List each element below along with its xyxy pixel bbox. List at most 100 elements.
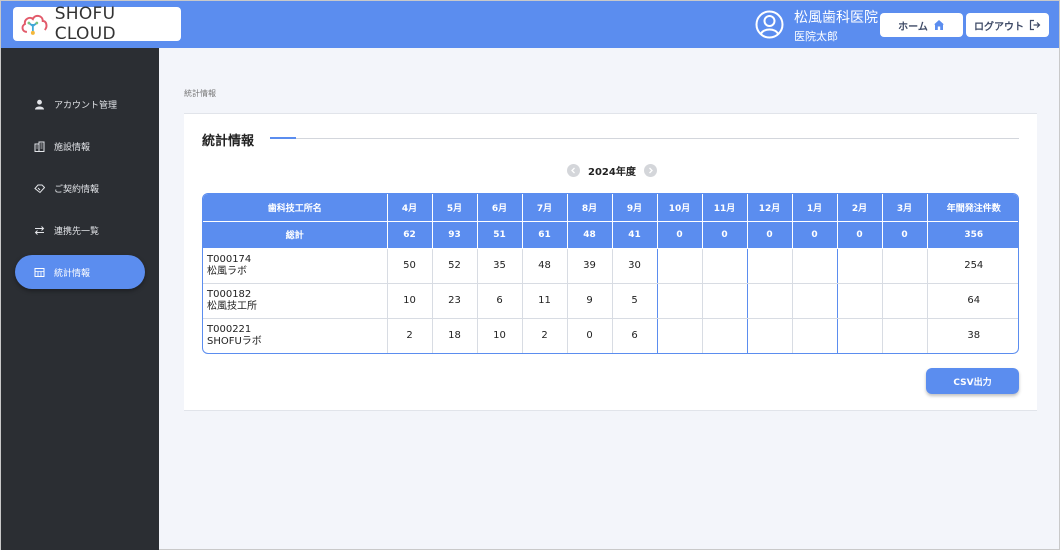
month-cell: 30 [612, 248, 658, 284]
col-header-month: 8月 [567, 194, 613, 222]
month-cell: 23 [432, 283, 478, 319]
month-cell [702, 283, 748, 319]
month-cell [747, 248, 793, 284]
clinic-name: 松風歯科医院 [794, 10, 878, 26]
sidebar-item-facility[interactable]: 施設情報 [15, 129, 145, 163]
month-cell [702, 317, 748, 353]
logout-button[interactable]: ログアウト [966, 13, 1049, 37]
prev-year-button[interactable] [567, 164, 580, 177]
user-icon [35, 99, 44, 109]
month-cell: 9 [567, 283, 613, 319]
annual-cell: 38 [927, 317, 1018, 353]
total-value: 0 [702, 221, 748, 249]
month-cell: 6 [612, 317, 658, 353]
lab-name: 松風ラボ [207, 265, 247, 277]
total-value: 0 [792, 221, 838, 249]
month-cell [882, 317, 928, 353]
lab-name: 松風技工所 [207, 300, 257, 312]
total-value: 41 [612, 221, 658, 249]
home-label: ホーム [898, 21, 928, 33]
month-cell [657, 317, 703, 353]
sidebar-item-contract[interactable]: ご契約情報 [15, 171, 145, 205]
month-cell: 50 [387, 248, 433, 284]
logo-text: SHOFU CLOUD [54, 4, 116, 44]
sidebar-item-label: 施設情報 [54, 142, 91, 153]
lab-name: SHOFUラボ [207, 335, 262, 347]
title-divider [270, 138, 1019, 139]
table-total-row: 総計 62 93 51 61 48 41 0 0 0 0 0 0 356 [203, 221, 1018, 249]
month-cell: 10 [477, 317, 523, 353]
total-value: 51 [477, 221, 523, 249]
month-cell: 5 [612, 283, 658, 319]
col-header-annual: 年間発注件数 [927, 194, 1018, 222]
total-value: 61 [522, 221, 568, 249]
sidebar-item-account[interactable]: アカウント管理 [15, 87, 145, 121]
sidebar-item-label: ご契約情報 [54, 184, 100, 195]
month-cell [792, 248, 838, 284]
table-row: T000182 松風技工所 10 23 6 11 9 5 64 [203, 283, 1018, 319]
month-cell: 11 [522, 283, 568, 319]
annual-cell: 254 [927, 248, 1018, 284]
swap-icon [34, 225, 45, 235]
month-cell [792, 283, 838, 319]
total-value: 0 [882, 221, 928, 249]
home-icon [933, 20, 944, 30]
page-title: 統計情報 [202, 134, 255, 149]
month-cell: 0 [567, 317, 613, 353]
month-cell: 48 [522, 248, 568, 284]
col-header-lab: 歯科技工所名 [203, 194, 388, 222]
col-header-month: 10月 [657, 194, 703, 222]
month-cell [657, 283, 703, 319]
month-cell: 10 [387, 283, 433, 319]
total-value: 0 [657, 221, 703, 249]
title-divider-accent [270, 137, 296, 139]
col-header-month: 3月 [882, 194, 928, 222]
lab-cell: T000221 SHOFUラボ [203, 317, 388, 353]
chevron-left-icon [571, 167, 575, 174]
total-value: 0 [837, 221, 883, 249]
csv-export-button[interactable]: CSV出力 [926, 368, 1019, 394]
annual-cell: 64 [927, 283, 1018, 319]
month-cell: 18 [432, 317, 478, 353]
month-cell: 35 [477, 248, 523, 284]
col-header-month: 9月 [612, 194, 658, 222]
month-cell [747, 317, 793, 353]
month-cell: 39 [567, 248, 613, 284]
home-button[interactable]: ホーム [880, 13, 963, 37]
month-cell [837, 317, 883, 353]
month-cell [882, 248, 928, 284]
col-header-month: 12月 [747, 194, 793, 222]
month-cell [792, 317, 838, 353]
lab-cell: T000182 松風技工所 [203, 283, 388, 319]
top-header: SHOFU CLOUD 松風歯科医院 医院太郎 ホーム ログアウト [1, 1, 1059, 48]
month-cell: 6 [477, 283, 523, 319]
month-cell [702, 248, 748, 284]
month-cell: 52 [432, 248, 478, 284]
year-label: 2024年度 [588, 167, 636, 178]
month-cell [747, 283, 793, 319]
logo[interactable]: SHOFU CLOUD [13, 4, 181, 44]
lab-code: T000182 [207, 288, 252, 300]
sidebar-item-stats[interactable]: 統計情報 [15, 255, 145, 289]
next-year-button[interactable] [643, 164, 657, 177]
col-header-month: 11月 [702, 194, 748, 222]
logout-icon [1029, 19, 1041, 31]
lab-code: T000174 [207, 253, 252, 265]
total-label: 総計 [203, 221, 388, 249]
stats-icon [34, 267, 45, 277]
stats-card: 統計情報 2024年度 歯科技工所名 4月 5月 6月 7月 8月 9月 10月… [184, 113, 1037, 411]
user-avatar-icon[interactable] [755, 10, 784, 39]
total-value: 48 [567, 221, 613, 249]
col-header-month: 6月 [477, 194, 523, 222]
sidebar-item-partners[interactable]: 連携先一覧 [15, 213, 145, 247]
sidebar-item-label: アカウント管理 [54, 100, 118, 111]
lab-code: T000221 [207, 323, 252, 335]
col-header-month: 1月 [792, 194, 838, 222]
sidebar: アカウント管理 施設情報 ご契約情報 連携先一覧 統計情報 [1, 48, 159, 550]
total-annual: 356 [927, 221, 1018, 249]
breadcrumb: 統計情報 [184, 89, 216, 98]
total-value: 62 [387, 221, 433, 249]
month-cell [837, 283, 883, 319]
logout-label: ログアウト [974, 21, 1024, 33]
contract-icon [34, 184, 45, 193]
